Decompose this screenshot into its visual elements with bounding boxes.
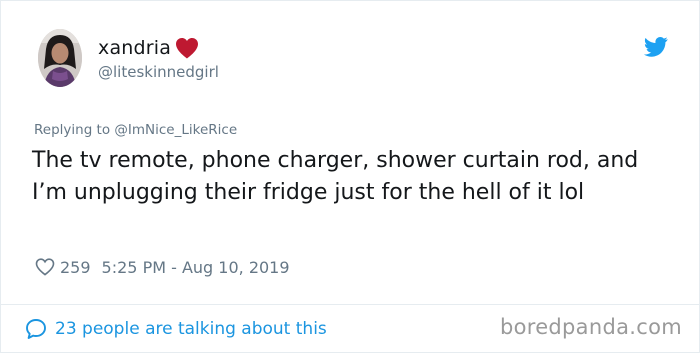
tweet-meta: 259 5:25 PM - Aug 10, 2019 bbox=[35, 254, 290, 280]
tweet-card: xandria @liteskinnedgirl Replying to @Im… bbox=[0, 0, 700, 353]
twitter-bird-icon[interactable] bbox=[643, 37, 668, 57]
display-name-row[interactable]: xandria bbox=[98, 34, 200, 62]
red-heart-icon bbox=[174, 36, 200, 60]
speech-bubble-icon bbox=[25, 318, 47, 340]
replying-to[interactable]: Replying to @ImNice_LikeRice bbox=[34, 122, 237, 138]
tweet-text: The tv remote, phone charger, shower cur… bbox=[32, 148, 639, 205]
conversation-label[interactable]: 23 people are talking about this bbox=[55, 319, 327, 339]
like-count[interactable]: 259 bbox=[60, 258, 91, 277]
avatar[interactable] bbox=[38, 29, 82, 87]
timestamp[interactable]: 5:25 PM - Aug 10, 2019 bbox=[102, 258, 290, 277]
watermark: boredpanda.com bbox=[499, 315, 682, 339]
conversation-link[interactable]: 23 people are talking about this bbox=[25, 316, 327, 342]
display-name[interactable]: xandria bbox=[98, 37, 171, 59]
divider bbox=[1, 304, 699, 305]
username[interactable]: @liteskinnedgirl bbox=[98, 63, 219, 81]
heart-outline-icon[interactable] bbox=[35, 258, 55, 276]
profile-photo bbox=[38, 29, 82, 87]
